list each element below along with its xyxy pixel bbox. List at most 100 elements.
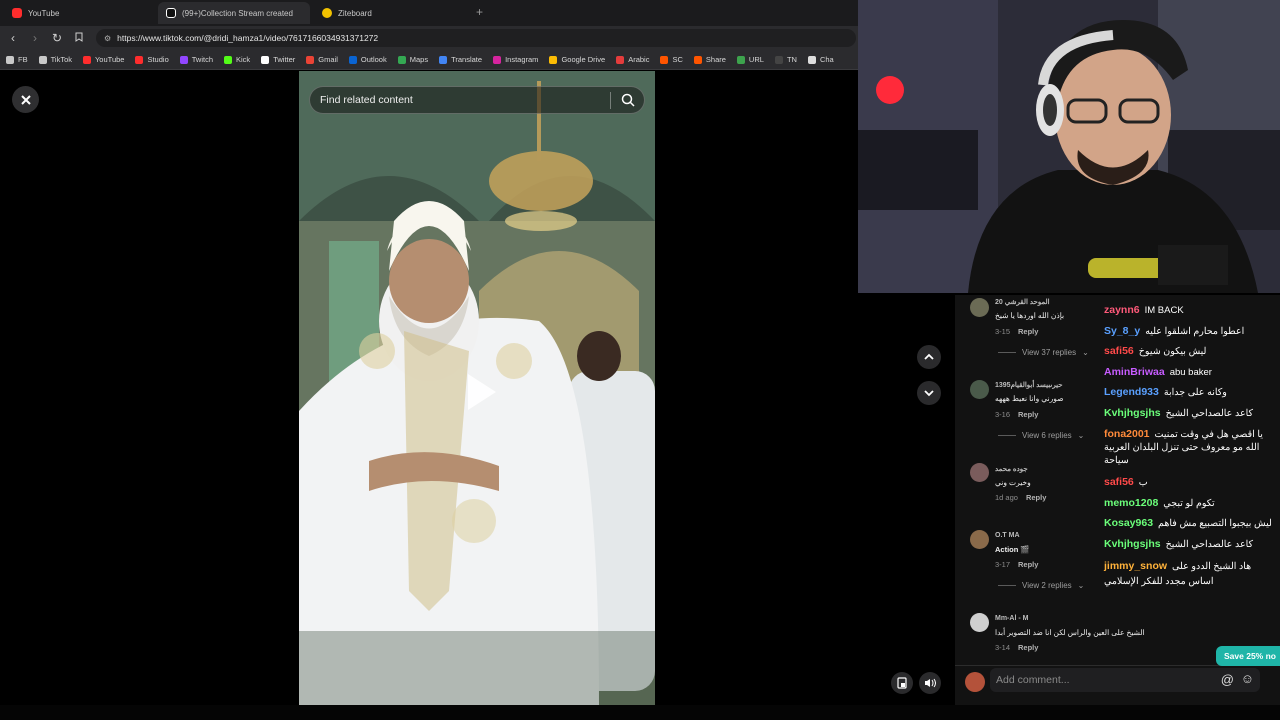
- find-related-search[interactable]: Find related content: [309, 86, 645, 114]
- chat-username: safi56: [1104, 345, 1134, 357]
- url-text: https://www.tiktok.com/@dridi_hamza1/vid…: [117, 33, 379, 43]
- bookmark-tn[interactable]: TN: [774, 55, 797, 64]
- view-replies-button[interactable]: View 37 replies ⌄: [998, 348, 1089, 357]
- comment-author[interactable]: Mm-Al - M: [995, 615, 1028, 622]
- close-button[interactable]: [12, 86, 39, 113]
- play-icon: [468, 374, 496, 410]
- tab-label: Ziteboard: [338, 8, 372, 18]
- share-icon: [693, 55, 702, 64]
- reply-button[interactable]: Reply: [1018, 410, 1038, 419]
- add-comment-placeholder: Add comment...: [996, 674, 1070, 686]
- user-avatar[interactable]: [965, 672, 985, 692]
- comment-text: بإذن الله اوردها يا شيخ: [995, 311, 1065, 320]
- new-tab-button[interactable]: +: [476, 5, 483, 19]
- chat-text: ليش بيجبوا التصبيع مش فاهم: [1158, 518, 1272, 529]
- view-replies-button[interactable]: View 2 replies ⌄: [998, 581, 1084, 590]
- avatar[interactable]: [970, 380, 989, 399]
- comment-author[interactable]: 1395حيرىبيسد أبوالقيام: [995, 381, 1063, 389]
- ziteboard-icon: [322, 8, 332, 18]
- bookmark-tiktok[interactable]: TikTok: [38, 55, 72, 64]
- bookmark-label: FB: [18, 55, 28, 64]
- play-button[interactable]: [458, 370, 502, 414]
- bookmark-kick[interactable]: Kick: [224, 55, 250, 64]
- previous-video-button[interactable]: [917, 345, 941, 369]
- bookmark-twitter[interactable]: Twitter: [261, 55, 295, 64]
- bookmark-label: Twitter: [273, 55, 296, 64]
- bookmark-gmail[interactable]: Gmail: [306, 55, 338, 64]
- view-replies-label: View 37 replies: [1022, 348, 1077, 357]
- avatar[interactable]: [970, 463, 989, 482]
- chat-text: كاعد عالصداحي الشيخ: [1165, 539, 1254, 550]
- folder-icon: [38, 55, 47, 64]
- add-comment-input[interactable]: Add comment... @ ☺: [990, 668, 1260, 692]
- translate-icon: [439, 55, 448, 64]
- bookmark-sc[interactable]: SC: [660, 55, 683, 64]
- reply-button[interactable]: Reply: [1026, 493, 1046, 502]
- save-promo-badge[interactable]: Save 25% no: [1216, 646, 1280, 666]
- instagram-icon: [493, 55, 502, 64]
- bookmark-label: Maps: [409, 55, 429, 64]
- comment-author[interactable]: O.T MA: [995, 532, 1020, 539]
- comment-time: 1d ago: [995, 493, 1018, 502]
- back-icon[interactable]: ‹: [4, 31, 22, 45]
- miniplayer-button[interactable]: [891, 672, 913, 694]
- outlook-icon: [348, 55, 357, 64]
- chat-message: safi56 ليش بيكون شيوخ: [1104, 345, 1206, 357]
- bookmark-outlook[interactable]: Outlook: [348, 55, 387, 64]
- reply-button[interactable]: Reply: [1018, 327, 1038, 336]
- bookmark-translate[interactable]: Translate: [439, 55, 482, 64]
- volume-button[interactable]: [919, 672, 941, 694]
- tab-youtube[interactable]: YouTube: [4, 2, 154, 24]
- tab-label: YouTube: [28, 8, 60, 18]
- bookmark-google-drive[interactable]: Google Drive: [549, 55, 605, 64]
- tn-icon: [774, 55, 783, 64]
- tab-tiktok[interactable]: (99+)Collection Stream created: [158, 2, 310, 24]
- webcam-overlay: [858, 0, 1280, 293]
- chat-username: AminBriwaa: [1104, 366, 1165, 378]
- save-promo-label: Save 25% no: [1224, 651, 1276, 661]
- bookmark-fb[interactable]: FB: [6, 55, 28, 64]
- bookmark-youtube[interactable]: YouTube: [82, 55, 125, 64]
- volume-icon: [925, 678, 936, 688]
- bookmark-icon[interactable]: [70, 31, 88, 45]
- chat-message: Kvhjhgsjhs كاعد عالصداحي الشيخ: [1104, 538, 1253, 550]
- mention-icon[interactable]: @: [1221, 672, 1234, 687]
- bookmark-label: Arabic: [628, 55, 650, 64]
- twitch-icon: [179, 55, 188, 64]
- bookmark-arabic[interactable]: Arabic: [616, 55, 649, 64]
- tab-ziteboard[interactable]: Ziteboard: [314, 2, 469, 24]
- comment-author[interactable]: الموحد القرشي 20: [995, 298, 1050, 306]
- avatar[interactable]: [970, 613, 989, 632]
- url-field[interactable]: ⚙ https://www.tiktok.com/@dridi_hamza1/v…: [96, 29, 856, 47]
- search-icon[interactable]: [621, 93, 635, 110]
- view-replies-button[interactable]: View 6 replies ⌄: [998, 431, 1084, 440]
- site-info-icon[interactable]: ⚙: [104, 34, 111, 43]
- next-video-button[interactable]: [917, 381, 941, 405]
- taskbar: [0, 705, 1280, 720]
- reply-button[interactable]: Reply: [1018, 643, 1038, 652]
- bookmarks-bar: FB TikTok YouTube Studio Twitch Kick Twitter Gm…: [0, 50, 858, 70]
- close-icon: [20, 94, 31, 105]
- comment-author[interactable]: جوده محمد: [995, 465, 1028, 473]
- reload-icon[interactable]: ↻: [48, 31, 66, 45]
- avatar[interactable]: [970, 530, 989, 549]
- bookmark-instagram[interactable]: Instagram: [493, 55, 538, 64]
- comment-meta: 3-16 Reply: [995, 410, 1038, 419]
- folder-icon: [6, 55, 14, 64]
- avatar[interactable]: [970, 298, 989, 317]
- forward-icon[interactable]: ›: [26, 31, 44, 45]
- bookmark-studio[interactable]: Studio: [135, 55, 169, 64]
- comment-time: 3-15: [995, 327, 1011, 336]
- bookmark-maps[interactable]: Maps: [397, 55, 429, 64]
- bookmark-share[interactable]: Share: [693, 55, 726, 64]
- chat-username: jimmy_snow: [1104, 560, 1168, 572]
- chevron-down-icon: ⌄: [1077, 431, 1085, 440]
- bookmark-label: YouTube: [94, 55, 125, 64]
- reply-button[interactable]: Reply: [1018, 560, 1038, 569]
- comment-time: 3-16: [995, 410, 1011, 419]
- emoji-icon[interactable]: ☺: [1241, 671, 1254, 686]
- chevron-down-icon: ⌄: [1082, 348, 1089, 357]
- bookmark-twitch[interactable]: Twitch: [179, 55, 213, 64]
- bookmark-cha[interactable]: Cha: [807, 55, 834, 64]
- bookmark-url[interactable]: URL: [736, 55, 764, 64]
